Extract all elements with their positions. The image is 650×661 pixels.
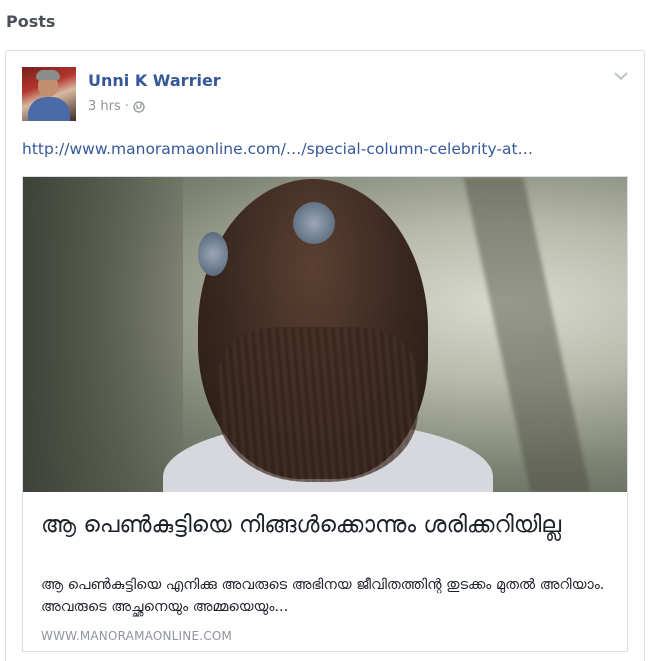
chevron-down-icon[interactable] (614, 71, 628, 81)
preview-title[interactable]: ആ പെൺകുട്ടിയെ നിങ്ങൾക്കൊന്നും ശരിക്കറിയി… (41, 510, 611, 540)
link-preview[interactable]: ആ പെൺകുട്ടിയെ നിങ്ങൾക്കൊന്നും ശരിക്കറിയി… (22, 176, 628, 652)
post-meta: 3 hrs · (88, 99, 145, 114)
globe-icon[interactable] (133, 100, 145, 113)
post-timestamp[interactable]: 3 hrs (88, 99, 121, 114)
preview-description: ആ പെൺകുട്ടിയെ എനിക്കു അവരുടെ അഭിനയ ജീവിത… (41, 577, 605, 615)
preview-image[interactable] (23, 177, 627, 492)
post-card: Unni K Warrier 3 hrs · http://www.manora… (5, 50, 645, 661)
preview-domain: WWW.MANORAMAONLINE.COM (41, 629, 233, 643)
post-link[interactable]: http://www.manoramaonline.com/…/special-… (22, 140, 533, 158)
avatar[interactable] (22, 67, 76, 121)
section-title: Posts (6, 12, 56, 31)
meta-separator: · (124, 99, 129, 114)
author-name[interactable]: Unni K Warrier (88, 71, 221, 90)
